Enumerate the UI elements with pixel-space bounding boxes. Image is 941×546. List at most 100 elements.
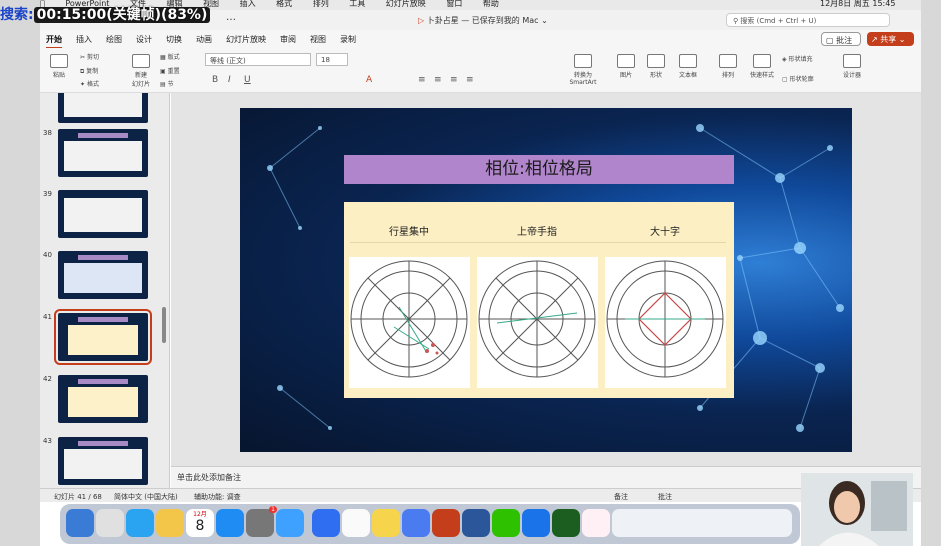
align-center-icon[interactable]: ≡ — [434, 75, 442, 85]
launchpad-icon[interactable] — [96, 509, 124, 537]
tab-view[interactable]: 视图 — [310, 34, 326, 45]
tab-animations[interactable]: 动画 — [196, 34, 212, 45]
paste-button[interactable]: 粘贴 — [46, 54, 72, 79]
menu-window[interactable]: 窗口 — [446, 0, 462, 8]
format-painter-button[interactable]: ✦ 格式 — [80, 79, 110, 88]
accessibility-status[interactable]: 辅助功能: 调查 — [194, 492, 241, 502]
finder-icon[interactable] — [66, 509, 94, 537]
tab-draw[interactable]: 绘图 — [106, 34, 122, 45]
pen-app-icon[interactable] — [402, 509, 430, 537]
wechat-icon[interactable] — [492, 509, 520, 537]
section-icon: ▤ — [160, 81, 166, 88]
tab-transitions[interactable]: 切换 — [166, 34, 182, 45]
mascot-app-icon[interactable] — [582, 509, 610, 537]
copy-button[interactable]: ⧉ 复制 — [80, 66, 110, 76]
align-left-icon[interactable]: ≡ — [418, 75, 426, 85]
slide-title[interactable]: 相位:相位格局 — [344, 155, 734, 184]
aspect-pattern-card[interactable]: 行星集中 上帝手指 大十字 — [344, 202, 734, 398]
notes-app-icon[interactable] — [342, 509, 370, 537]
slide-thumbnail-selected[interactable] — [54, 309, 152, 365]
quick-style-button[interactable]: 快速样式 — [744, 54, 780, 79]
tab-insert[interactable]: 插入 — [76, 34, 92, 45]
slide-number: 39 — [43, 190, 52, 198]
app-store-icon[interactable] — [216, 509, 244, 537]
comments-toggle[interactable]: 批注 — [658, 492, 672, 502]
arrange-button[interactable]: 排列 — [716, 54, 740, 79]
thumbnail-scrollbar[interactable] — [162, 307, 166, 343]
new-slide-button[interactable]: 新建 幻灯片 — [128, 54, 154, 88]
reset-button[interactable]: ▣ 重置 — [160, 66, 196, 75]
chart-wheel-image[interactable] — [477, 257, 598, 388]
copy-label: 复制 — [86, 68, 99, 75]
system-settings-icon[interactable]: 1 — [246, 506, 277, 537]
clipboard-icon — [50, 54, 68, 68]
thumb-content — [64, 263, 142, 293]
slide-thumbnail[interactable] — [58, 93, 148, 123]
italic-icon[interactable]: I — [228, 75, 231, 85]
current-slide[interactable]: 相位:相位格局 行星集中 上帝手指 大十字 — [240, 108, 852, 452]
smartart-button[interactable]: 转换为 SmartArt — [566, 54, 600, 86]
section-label: 节 — [167, 81, 174, 88]
slide-thumbnail[interactable] — [58, 375, 148, 423]
align-right-icon[interactable]: ≡ — [450, 75, 458, 85]
font-family-select[interactable]: 等线 (正文) — [205, 53, 311, 66]
shape-button[interactable]: 形状 — [644, 54, 668, 79]
recent-windows[interactable] — [612, 509, 792, 537]
share-button[interactable]: ↗ 共享 ⌄ — [867, 32, 914, 46]
menu-tools[interactable]: 工具 — [349, 0, 365, 8]
menu-format[interactable]: 格式 — [276, 0, 292, 8]
shape-outline-button[interactable]: ▢ 形状轮廓 — [782, 74, 830, 83]
more-icon[interactable]: … — [226, 12, 236, 23]
tab-review[interactable]: 审阅 — [280, 34, 296, 45]
menu-insert[interactable]: 插入 — [240, 0, 256, 8]
tab-home[interactable]: 开始 — [46, 34, 62, 49]
menu-help[interactable]: 帮助 — [483, 0, 499, 8]
font-color-icon[interactable]: A — [366, 75, 372, 85]
arrow-app-icon[interactable] — [312, 509, 340, 537]
slide-thumbnail[interactable] — [58, 437, 148, 485]
picture-button[interactable]: 图片 — [614, 54, 638, 79]
powerpoint-icon[interactable] — [432, 509, 460, 537]
evernote-icon[interactable] — [552, 509, 580, 537]
comment-button[interactable]: ▢ 批注 — [821, 32, 861, 46]
slide-thumbnail[interactable] — [58, 190, 148, 238]
underline-icon[interactable]: U — [244, 75, 251, 85]
picture-label: 图片 — [619, 72, 632, 79]
textbox-button[interactable]: 文本框 — [674, 54, 702, 79]
photos-icon[interactable] — [156, 509, 184, 537]
arrange-label: 排列 — [721, 72, 734, 79]
font-size-select[interactable]: 18 — [316, 53, 348, 66]
cut-button[interactable]: ✂ 剪切 — [80, 52, 110, 61]
keynote-icon[interactable] — [276, 509, 304, 537]
language-status[interactable]: 简体中文 (中国大陆) — [114, 492, 178, 502]
search-input[interactable]: ⚲ 搜索 (Cmd + Ctrl + U) — [726, 13, 890, 27]
arrange-icon — [719, 54, 737, 68]
shape-fill-button[interactable]: ◈ 形状填充 — [782, 54, 830, 63]
menubar-clock: 12月8日 周五 15:45 — [820, 0, 896, 8]
menu-arrange[interactable]: 排列 — [313, 0, 329, 8]
textbox-icon — [679, 54, 697, 68]
chart-wheel-image[interactable] — [605, 257, 726, 388]
calendar-icon[interactable]: 12月 8 — [186, 509, 214, 537]
menu-slideshow[interactable]: 幻灯片放映 — [386, 0, 426, 8]
document-title[interactable]: ▷ 卜卦占星 — 已保存到我的 Mac ⌄ — [418, 15, 548, 26]
chart-wheel-image[interactable] — [349, 257, 470, 388]
tab-record[interactable]: 录制 — [340, 34, 356, 45]
layout-button[interactable]: ▦ 版式 — [160, 52, 196, 61]
meeting-icon[interactable] — [522, 509, 550, 537]
webcam-overlay — [801, 473, 913, 546]
stickies-icon[interactable] — [372, 509, 400, 537]
notes-toggle[interactable]: 备注 — [614, 492, 628, 502]
slide-thumbnail[interactable] — [58, 129, 148, 177]
slide-thumbnail[interactable] — [58, 251, 148, 299]
bold-icon[interactable]: B — [212, 75, 218, 85]
smartart-icon — [574, 54, 592, 68]
section-button[interactable]: ▤ 节 — [160, 79, 196, 88]
tab-slideshow[interactable]: 幻灯片放映 — [226, 34, 266, 45]
safari-icon[interactable] — [126, 509, 154, 537]
tab-design[interactable]: 设计 — [136, 34, 152, 45]
justify-icon[interactable]: ≡ — [466, 75, 474, 85]
designer-button[interactable]: 设计器 — [840, 54, 864, 79]
search-placeholder: 搜索 (Cmd + Ctrl + U) — [740, 17, 817, 25]
word-icon[interactable] — [462, 509, 490, 537]
